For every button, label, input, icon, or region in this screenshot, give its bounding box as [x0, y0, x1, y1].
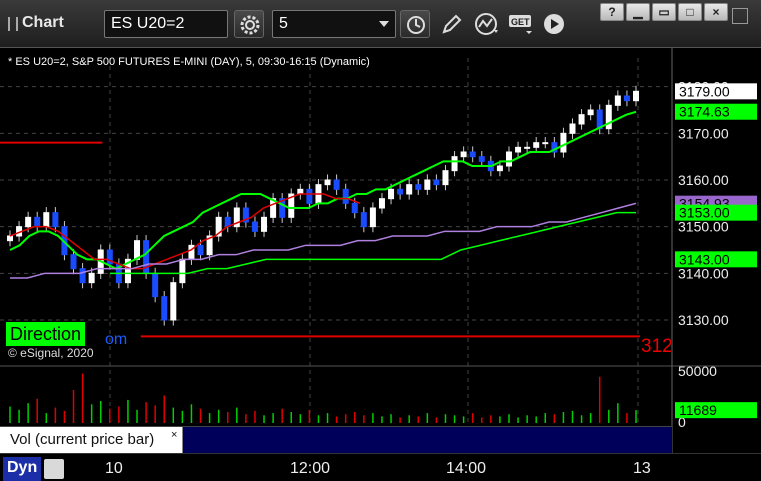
candle-body — [369, 207, 376, 228]
candle-body — [442, 170, 449, 186]
candle-body — [587, 109, 594, 116]
candle-body — [542, 142, 549, 145]
svg-text:GET: GET — [511, 17, 530, 27]
volume-last-label: 11689 — [679, 402, 717, 418]
y-tick-label: 3130.00 — [678, 312, 729, 328]
candle-body — [515, 146, 522, 153]
x-tick: 10 — [105, 460, 123, 477]
dynamic-button[interactable]: Dyn — [3, 457, 42, 481]
x-tick: 12:00 — [290, 460, 331, 477]
restore-button[interactable]: ▭ — [652, 3, 676, 21]
om-text: om — [105, 331, 128, 348]
candle-body — [324, 179, 331, 186]
play-icon[interactable] — [542, 12, 566, 41]
title-bar: Chart ES U20=2 5 GET ? ▁ ▭ □ × — [0, 0, 761, 48]
close-icon[interactable]: × — [171, 429, 177, 441]
volume-label: Vol (current price bar) — [0, 427, 183, 454]
candle-body — [351, 202, 358, 214]
copyright: © eSignal, 2020 — [8, 346, 94, 360]
candle-body — [388, 188, 395, 200]
candle-body — [478, 156, 485, 162]
volume-label-bar: Vol (current price bar) × — [0, 426, 672, 454]
candle-body — [415, 184, 422, 190]
candle-body — [306, 188, 313, 204]
candle-body — [469, 151, 476, 158]
price-label: 3143.00 — [679, 251, 730, 267]
volume-tick: 50000 — [678, 363, 717, 379]
pencil-icon[interactable] — [440, 12, 464, 41]
candle-body — [569, 123, 576, 134]
candle-body — [342, 188, 349, 204]
maximize-button[interactable]: □ — [678, 3, 702, 21]
candle-body — [25, 216, 32, 228]
candle-body — [451, 156, 458, 172]
candle-body — [70, 254, 77, 270]
y-tick-label: 3160.00 — [678, 172, 729, 188]
candle-body — [578, 114, 585, 125]
y-tick-label: 3140.00 — [678, 265, 729, 281]
candle-body — [496, 165, 503, 172]
price-label: 3179.00 — [679, 83, 730, 99]
x-tick: 14:00 — [446, 460, 487, 477]
chevron-down-icon — [379, 21, 389, 27]
candle-body — [397, 188, 404, 195]
help-button[interactable]: ? — [600, 3, 624, 21]
candle-body — [560, 132, 567, 153]
interval-select[interactable]: 5 — [272, 10, 396, 38]
candle-body — [433, 179, 440, 186]
chart-info: * ES U20=2, S&P 500 FUTURES E-MINI (DAY)… — [8, 56, 370, 68]
symbol-input[interactable]: ES U20=2 — [104, 10, 228, 38]
menu-icon[interactable] — [732, 8, 748, 24]
lock-icon[interactable] — [44, 459, 64, 479]
y-tick-label: 3150.00 — [678, 219, 729, 235]
candle-body — [533, 142, 540, 148]
candle-body — [7, 235, 13, 242]
candle-body — [79, 268, 86, 284]
get-icon[interactable]: GET — [508, 13, 536, 42]
candle-body — [52, 212, 59, 228]
candle-body — [197, 244, 204, 256]
clock-icon — [407, 16, 425, 34]
candle-body — [251, 221, 258, 232]
candle-body — [170, 282, 177, 321]
candle-body — [43, 212, 50, 228]
settings-gear-button[interactable] — [234, 10, 264, 38]
candle-body — [505, 151, 512, 167]
candle-body — [406, 184, 413, 195]
time-button[interactable] — [400, 10, 430, 38]
x-tick: 13 — [633, 460, 651, 477]
candle-body — [633, 90, 639, 102]
candle-body — [161, 296, 168, 321]
candle-body — [152, 272, 159, 298]
price-pane — [0, 48, 672, 366]
candle-body — [378, 198, 385, 209]
interval-value: 5 — [279, 15, 288, 32]
candle-body — [623, 95, 630, 102]
gear-icon — [240, 15, 260, 35]
close-button[interactable]: × — [704, 3, 728, 21]
candle-body — [34, 216, 41, 228]
symbol-value: ES U20=2 — [111, 15, 185, 32]
candle-body — [424, 179, 431, 190]
candle-body — [333, 179, 340, 190]
candle-body — [524, 146, 531, 149]
price-label: 3174.63 — [679, 104, 730, 120]
candle-body — [460, 151, 467, 158]
candle-body — [614, 95, 621, 106]
candle-body — [179, 258, 186, 284]
chart-area[interactable]: 3180.003170.003160.003150.003140.003130.… — [0, 48, 761, 453]
candle-body — [360, 212, 367, 228]
candle-body — [605, 104, 612, 130]
minimize-button[interactable]: ▁ — [626, 3, 650, 21]
direction-label: Direction — [6, 322, 86, 346]
price-label: 3153.00 — [679, 205, 730, 221]
studies-icon[interactable] — [474, 12, 502, 41]
candle-body — [88, 272, 95, 284]
window-title: Chart — [22, 14, 64, 31]
candle-body — [261, 216, 268, 232]
y-tick-label: 3170.00 — [678, 125, 729, 141]
last-price-red: 312 — [641, 336, 671, 357]
